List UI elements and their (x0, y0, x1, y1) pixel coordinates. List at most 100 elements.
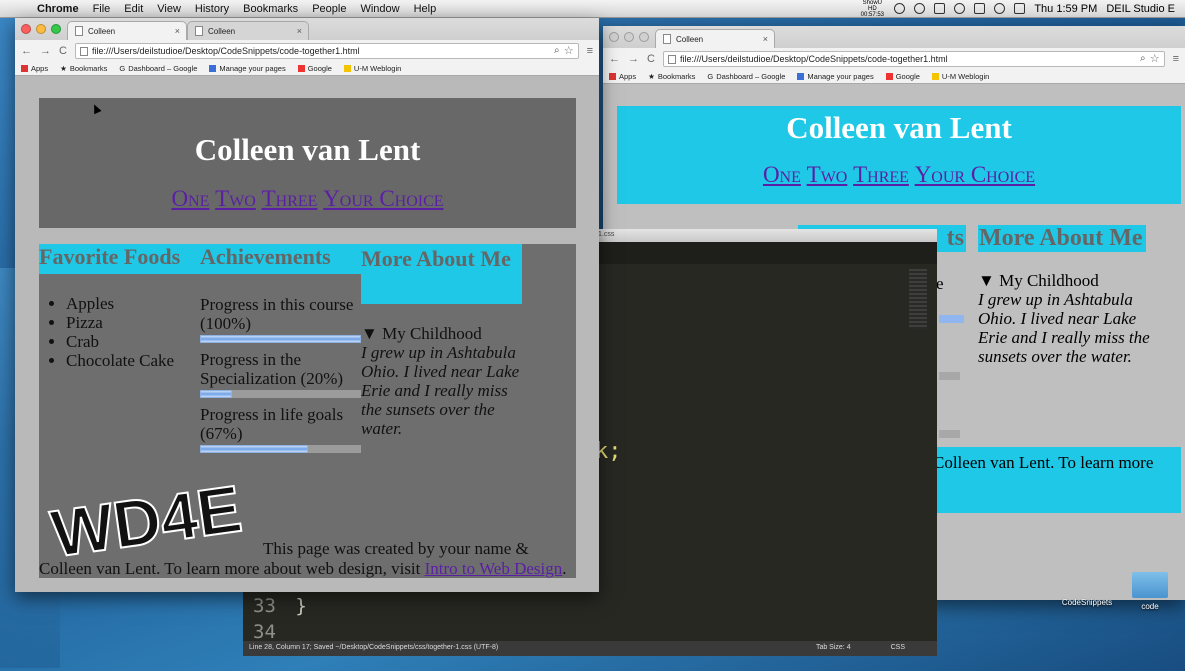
back-icon[interactable]: ← (21, 45, 32, 57)
bookmarks-bar: Apps ★ Bookmarks G Dashboard – Google Mana… (15, 61, 599, 76)
main-section: Favorite Foods Apples Pizza Crab Chocola… (39, 244, 576, 578)
status-syntax[interactable]: CSS (891, 644, 905, 653)
nav-your-choice[interactable]: Your Choice (323, 186, 443, 211)
macos-menubar: Chrome File Edit View History Bookmarks … (0, 0, 1185, 18)
menu-bookmarks[interactable]: Bookmarks (236, 3, 305, 15)
status-position: Line 28, Column 17; Saved ~/Desktop/Code… (249, 644, 499, 651)
back-nav-one[interactable]: One (763, 162, 801, 187)
page-icon (667, 54, 676, 64)
bookmark-dashboard[interactable]: G Dashboard – Google (707, 72, 785, 81)
menubar-user[interactable]: DEIL Studio E (1106, 3, 1175, 15)
page-header: Colleen van Lent One Two Three Your Choi… (39, 98, 576, 228)
status-tab-size[interactable]: Tab Size: 4 (816, 644, 851, 653)
bookmark-umich[interactable]: U-M Weblogin (931, 72, 989, 81)
details-summary[interactable]: ▼ My Childhood (361, 324, 522, 343)
achievements-list: Progress in this course (100%) Progress … (200, 295, 361, 453)
list-item: Pizza (66, 313, 174, 332)
close-tab-icon[interactable]: × (297, 26, 302, 36)
bookmark-manage-pages[interactable]: Manage your pages (209, 64, 286, 73)
back-details-summary[interactable]: ▼ My Childhood (978, 271, 1158, 290)
menu-history[interactable]: History (188, 3, 236, 15)
tab-colleen-second[interactable]: Colleen × (187, 21, 309, 40)
childhood-details[interactable]: ▼ My Childhood I grew up in Ashtabula Oh… (361, 324, 522, 438)
wifi-icon[interactable] (994, 3, 1006, 14)
footer-text: This page was created by your name & Col… (39, 539, 567, 578)
folder-icon (1132, 572, 1168, 598)
bookmark-manage-pages[interactable]: Manage your pages (797, 72, 874, 81)
forward-icon[interactable]: → (40, 45, 51, 57)
nav-one[interactable]: One (171, 186, 209, 211)
menu-window[interactable]: Window (353, 3, 406, 15)
nav-two[interactable]: Two (215, 186, 256, 211)
volume-icon[interactable] (1014, 3, 1026, 14)
menu-view[interactable]: View (150, 3, 188, 15)
recorder-icon[interactable] (894, 3, 906, 14)
close-tab-icon[interactable]: × (763, 34, 768, 44)
page-icon (663, 34, 671, 44)
bluetooth-icon[interactable] (974, 3, 986, 14)
zoom-icon[interactable] (639, 32, 649, 42)
bookmark-google[interactable]: Google (885, 72, 920, 81)
bookmarks-bar: Apps ★ Bookmarks G Dashboard – Google Mana… (603, 69, 1185, 84)
back-icon[interactable]: ← (609, 53, 620, 65)
close-tab-icon[interactable]: × (175, 26, 180, 36)
list-item: Chocolate Cake (66, 351, 174, 370)
menu-icon[interactable]: ≡ (1173, 53, 1179, 65)
intro-web-design-link[interactable]: Intro to Web Design (425, 559, 563, 578)
front-browser-window[interactable]: Colleen × Colleen × ← → C file:///Users/… (15, 18, 599, 592)
dropbox-icon[interactable] (914, 3, 926, 14)
close-icon[interactable] (21, 24, 31, 34)
page-title: Colleen van Lent (194, 132, 421, 167)
progress-label-specialization: Progress in the Specialization (20%) (200, 350, 344, 388)
tab-colleen-active[interactable]: Colleen × (67, 21, 187, 40)
bookmark-google[interactable]: Google (297, 64, 332, 73)
minimize-icon[interactable] (36, 24, 46, 34)
progress-bar-course (200, 335, 361, 343)
menu-file[interactable]: File (86, 3, 118, 15)
list-item: Apples (66, 294, 174, 313)
close-icon[interactable] (609, 32, 619, 42)
folder-code[interactable]: code (1130, 572, 1170, 611)
bookmark-dashboard[interactable]: G Dashboard – Google (119, 64, 197, 73)
url-input[interactable]: file:///Users/deilstudioe/Desktop/CodeSn… (74, 42, 579, 59)
url-input[interactable]: file:///Users/deilstudioe/Desktop/CodeSn… (662, 50, 1165, 67)
tab-colleen-back[interactable]: Colleen × (655, 29, 775, 48)
bookmark-apps[interactable]: Apps (21, 64, 48, 73)
back-nav-three[interactable]: Three (853, 162, 909, 187)
back-page-title: Colleen van Lent (786, 110, 1012, 145)
editor-statusbar: Line 28, Column 17; Saved ~/Desktop/Code… (243, 641, 937, 656)
childhood-text: I grew up in Ashtabula Ohio. I lived nea… (361, 343, 520, 438)
editor-minimap[interactable] (909, 269, 927, 329)
progress-bar-specialization (200, 390, 361, 398)
forward-icon[interactable]: → (628, 53, 639, 65)
menubar-clock[interactable]: Thu 1:59 PM (1034, 3, 1097, 15)
reload-icon[interactable]: C (59, 45, 67, 57)
menu-edit[interactable]: Edit (117, 3, 150, 15)
list-item: Crab (66, 332, 174, 351)
menu-app-name[interactable]: Chrome (30, 3, 86, 15)
menu-people[interactable]: People (305, 3, 353, 15)
progress-label-course: Progress in this course (100%) (200, 295, 354, 333)
star-icon[interactable]: ☆ (1150, 52, 1160, 65)
bookmark-umich[interactable]: U-M Weblogin (343, 64, 401, 73)
folder-codesnippets[interactable]: CodeSnippets (1057, 572, 1117, 607)
menu-icon[interactable]: ≡ (587, 45, 593, 57)
back-header: Colleen van Lent One Two Three Your Choi… (617, 106, 1181, 204)
timemachine-icon[interactable] (954, 3, 966, 14)
search-icon[interactable]: ⌕ (554, 45, 560, 56)
search-icon[interactable]: ⌕ (1140, 53, 1146, 64)
reload-icon[interactable]: C (647, 53, 655, 65)
star-icon[interactable]: ☆ (564, 44, 574, 57)
bookmark-apps[interactable]: Apps (609, 72, 636, 81)
screen-icon[interactable] (934, 3, 946, 14)
zoom-icon[interactable] (51, 24, 61, 34)
bookmark-bookmarks[interactable]: ★ Bookmarks (648, 72, 695, 81)
menu-help[interactable]: Help (407, 3, 444, 15)
bookmark-bookmarks[interactable]: ★ Bookmarks (60, 64, 107, 73)
back-details[interactable]: ▼ My Childhood I grew up in Ashtabula Oh… (978, 271, 1158, 366)
back-nav-your-choice[interactable]: Your Choice (915, 162, 1035, 187)
back-partial-text: e (936, 274, 944, 293)
minimize-icon[interactable] (624, 32, 634, 42)
back-nav-two[interactable]: Two (807, 162, 848, 187)
nav-three[interactable]: Three (262, 186, 318, 211)
